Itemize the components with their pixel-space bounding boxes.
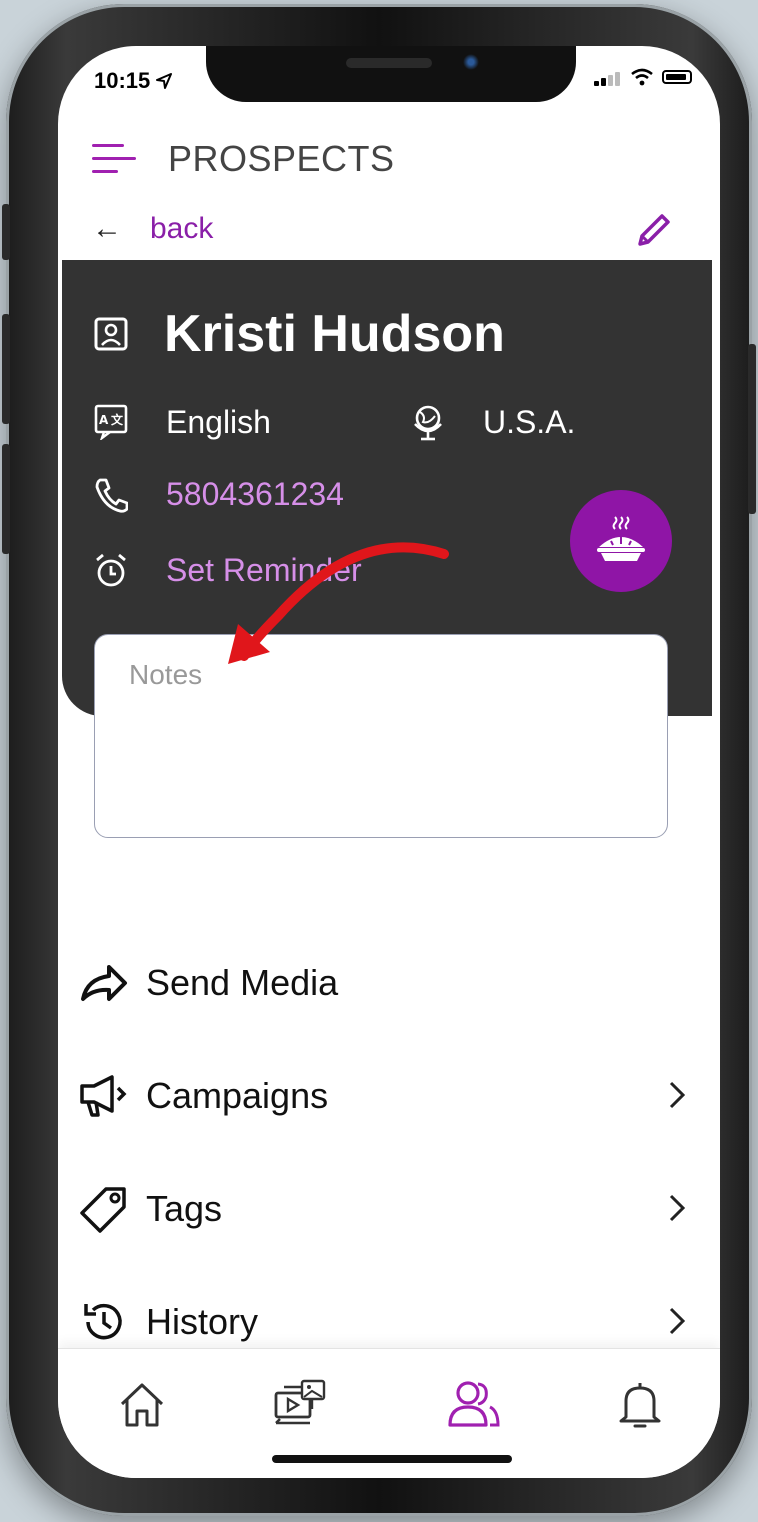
menu-campaigns[interactable]: Campaigns — [76, 1051, 716, 1141]
phone-icon — [95, 478, 128, 513]
power-button — [748, 344, 756, 514]
location-arrow-icon — [156, 73, 173, 89]
menu-icon[interactable] — [92, 144, 136, 174]
people-icon — [448, 1381, 500, 1427]
tab-notifications[interactable] — [610, 1375, 670, 1435]
megaphone-icon — [80, 1075, 127, 1117]
translate-icon: A 文 — [94, 404, 128, 440]
svg-text:文: 文 — [111, 412, 124, 427]
language-row: A 文 English U.S.A. — [94, 402, 575, 442]
volume-up-button — [2, 314, 10, 424]
back-label[interactable]: back — [150, 212, 213, 246]
home-indicator — [272, 1455, 512, 1463]
contact-name-row: Kristi Hudson — [94, 304, 505, 364]
menu-label: Tags — [146, 1188, 223, 1229]
menu-send-media[interactable]: Send Media — [76, 938, 716, 1028]
back-button[interactable]: ← back — [92, 212, 213, 246]
speaker — [346, 58, 432, 68]
bottom-tab-bar — [58, 1348, 720, 1478]
menu-label: Campaigns — [146, 1075, 329, 1116]
menu-tags[interactable]: Tags — [76, 1164, 716, 1254]
status-icons — [594, 68, 692, 86]
bell-icon — [619, 1383, 661, 1428]
chevron-right-icon — [669, 1081, 686, 1109]
pie-icon — [597, 516, 645, 561]
chevron-right-icon — [669, 1194, 686, 1222]
page-title: PROSPECTS — [168, 138, 395, 179]
pie-action-button[interactable] — [570, 490, 672, 592]
history-icon — [84, 1303, 122, 1340]
share-arrow-icon — [81, 965, 127, 1001]
media-library-icon — [274, 1379, 326, 1425]
app-screen: 10:15 PROSPECTS ← back Kristi Hudson A 文… — [58, 46, 720, 1478]
battery-icon — [662, 70, 692, 84]
contact-card-icon — [94, 317, 128, 351]
reminder-row[interactable]: Set Reminder — [94, 552, 362, 589]
notch — [206, 46, 576, 102]
edit-pencil-icon[interactable] — [632, 210, 672, 250]
front-camera — [463, 54, 479, 70]
phone-row[interactable]: 5804361234 — [94, 476, 344, 513]
signal-icon — [594, 68, 622, 86]
svg-text:A: A — [99, 413, 109, 427]
notes-field[interactable]: Notes — [94, 634, 668, 838]
set-reminder-link[interactable]: Set Reminder — [166, 552, 362, 589]
mute-switch — [2, 204, 10, 260]
tab-home[interactable] — [112, 1375, 172, 1435]
language-value: English — [166, 403, 271, 440]
alarm-clock-icon — [96, 553, 126, 586]
phone-number-link[interactable]: 5804361234 — [166, 476, 344, 513]
menu-label: History — [146, 1301, 259, 1342]
chevron-right-icon — [669, 1307, 686, 1335]
home-icon — [120, 1383, 164, 1427]
back-arrow-icon: ← — [92, 212, 122, 245]
tab-media[interactable] — [270, 1375, 330, 1435]
status-time: 10:15 — [94, 68, 173, 94]
wifi-icon — [631, 68, 653, 86]
country-value: U.S.A. — [482, 403, 576, 440]
menu-label: Send Media — [146, 962, 339, 1003]
globe-icon — [414, 405, 442, 441]
volume-down-button — [2, 444, 10, 554]
notes-placeholder: Notes — [129, 659, 203, 690]
phone-frame: 10:15 PROSPECTS ← back Kristi Hudson A 文… — [2, 4, 756, 1516]
tag-icon — [80, 1187, 126, 1233]
tab-prospects[interactable] — [444, 1375, 504, 1435]
top-bar: PROSPECTS — [92, 138, 395, 180]
contact-name: Kristi Hudson — [164, 305, 505, 363]
